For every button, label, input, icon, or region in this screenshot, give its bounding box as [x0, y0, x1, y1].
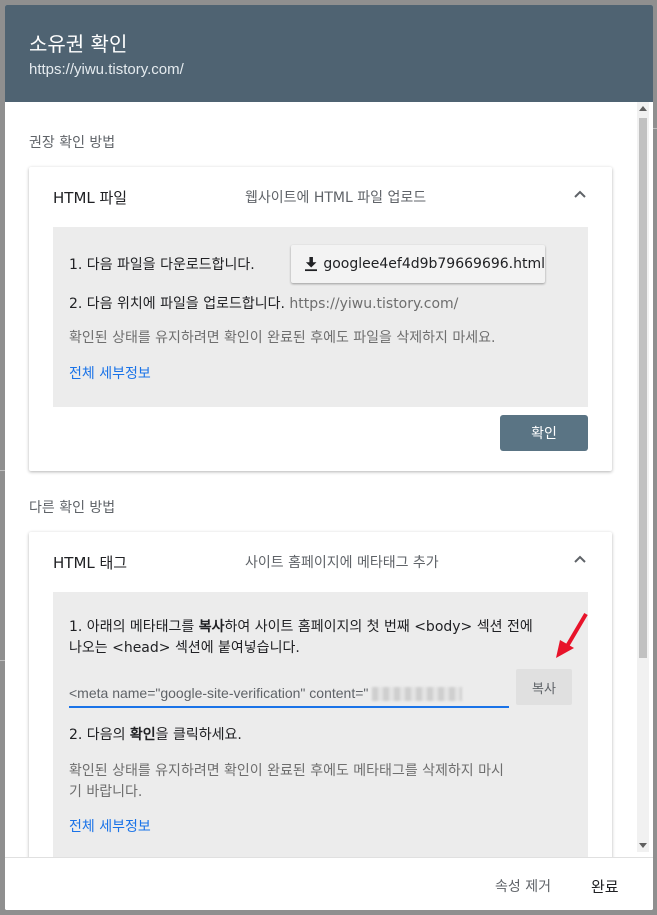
property-url: https://yiwu.tistory.com/ — [29, 61, 184, 78]
meta-step1-text-b: 하여 사이트 홈페이지의 첫 번째 <body> 섹션 전에 — [224, 619, 533, 635]
full-details-link[interactable]: 전체 세부정보 — [69, 363, 151, 383]
step2-row: 2. 다음 위치에 파일을 업로드합니다. https://yiwu.tisto… — [69, 293, 458, 313]
ownership-verification-dialog: 소유권 확인 https://yiwu.tistory.com/ 권장 확인 방… — [5, 5, 653, 910]
meta-step1-line1: 1. 아래의 메타태그를 복사하여 사이트 홈페이지의 첫 번째 <body> … — [69, 616, 533, 636]
scroll-down-arrow-icon[interactable] — [639, 843, 647, 848]
dialog-footer: 속성 제거 완료 — [5, 857, 653, 910]
html-tag-subtitle: 사이트 홈페이지에 메타태그 추가 — [245, 555, 439, 571]
meta-step1-bold: 복사 — [198, 619, 225, 635]
html-tag-card: HTML 태그 사이트 홈페이지에 메타태그 추가 1. 아래의 메타태그를 복… — [29, 532, 612, 857]
meta-step2: 2. 다음의 확인을 클릭하세요. — [69, 724, 242, 744]
download-file-button[interactable]: googlee4ef4d9b79669696.html — [291, 245, 545, 283]
scroll-thumb[interactable] — [639, 118, 647, 658]
step2-url: https://yiwu.tistory.com/ — [289, 296, 459, 312]
html-tag-instructions: 1. 아래의 메타태그를 복사하여 사이트 홈페이지의 첫 번째 <body> … — [53, 592, 588, 857]
keep-tag-note-line1: 확인된 상태를 유지하려면 확인이 완료된 후에도 메타태그를 삭제하지 마시 — [69, 763, 504, 779]
meta-tag-value: <meta name="google-site-verification" co… — [69, 685, 369, 701]
keep-file-note: 확인된 상태를 유지하려면 확인이 완료된 후에도 파일을 삭제하지 마세요. — [69, 330, 496, 346]
download-file-label: googlee4ef4d9b79669696.html — [323, 256, 545, 272]
html-tag-card-header[interactable]: HTML 태그 사이트 홈페이지에 메타태그 추가 — [29, 532, 612, 592]
dialog-header: 소유권 확인 https://yiwu.tistory.com/ — [5, 5, 653, 102]
full-details-link[interactable]: 전체 세부정보 — [69, 816, 151, 836]
blurred-verification-code — [372, 687, 463, 702]
html-file-subtitle: 웹사이트에 HTML 파일 업로드 — [245, 190, 427, 206]
meta-tag-field[interactable]: <meta name="google-site-verification" co… — [69, 680, 509, 708]
meta-step1-text-a: 1. 아래의 메타태그를 — [69, 619, 199, 635]
chevron-up-icon[interactable] — [574, 189, 586, 201]
meta-step1-line2: 나오는 <head> 섹션에 붙여넣습니다. — [69, 640, 300, 656]
step1-text: 1. 다음 파일을 다운로드합니다. — [69, 257, 255, 273]
meta-step2-text-a: 2. 다음의 — [69, 727, 130, 743]
step2-text: 2. 다음 위치에 파일을 업로드합니다. — [69, 296, 285, 312]
remove-property-button[interactable]: 속성 제거 — [495, 876, 551, 896]
html-file-title: HTML 파일 — [53, 189, 128, 207]
html-file-instructions: 1. 다음 파일을 다운로드합니다. googlee4ef4d9b7966969… — [53, 227, 588, 407]
other-methods-label: 다른 확인 방법 — [29, 500, 116, 516]
dialog-content[interactable]: 권장 확인 방법 HTML 파일 웹사이트에 HTML 파일 업로드 1. 다음… — [5, 102, 653, 857]
scroll-up-arrow-icon[interactable] — [639, 106, 647, 111]
recommended-method-label: 권장 확인 방법 — [29, 135, 116, 151]
chevron-up-icon[interactable] — [574, 554, 586, 566]
html-file-card-header[interactable]: HTML 파일 웹사이트에 HTML 파일 업로드 — [29, 167, 612, 227]
keep-tag-note-line2: 기 바랍니다. — [69, 784, 143, 800]
copy-button[interactable]: 복사 — [516, 669, 572, 705]
html-file-card: HTML 파일 웹사이트에 HTML 파일 업로드 1. 다음 파일을 다운로드… — [29, 167, 612, 471]
meta-step2-text-b: 을 클릭하세요. — [155, 727, 242, 743]
html-tag-title: HTML 태그 — [53, 554, 128, 572]
done-button[interactable]: 완료 — [591, 876, 619, 897]
annotation-arrow-icon — [556, 612, 588, 658]
meta-step2-bold: 확인 — [129, 727, 156, 743]
confirm-button[interactable]: 확인 — [500, 415, 588, 451]
download-icon — [305, 256, 318, 272]
dialog-scrollbar[interactable] — [637, 102, 649, 852]
dialog-title: 소유권 확인 — [29, 32, 128, 56]
